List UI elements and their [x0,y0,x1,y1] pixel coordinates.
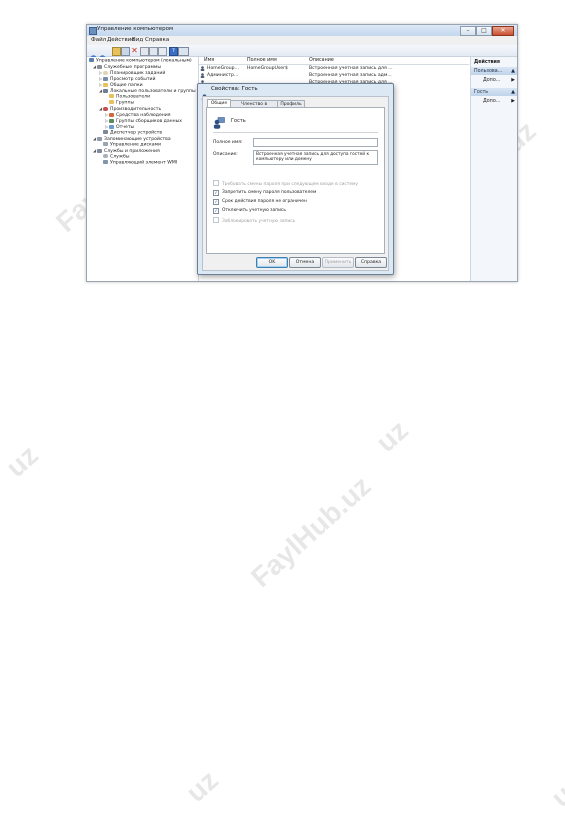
check-icon[interactable]: ✓ [213,208,219,214]
ok-button[interactable]: OK [256,257,288,268]
cell-name: Администр... [207,73,239,78]
guest-properties-dialog: Свойства: Гость Общие Членство в группах… [197,83,394,275]
dialog-title-bar: Свойства: Гость [198,84,393,101]
maximize-button[interactable]: □ [476,26,492,36]
menu-action[interactable]: Действие [107,37,135,43]
computer-management-icon [89,27,97,35]
more-actions-item[interactable]: Допо... ▶ [471,98,517,105]
checkbox-cannot-change-password[interactable]: ✓ Запретить смену пароля пользователем [213,190,316,196]
export-list-icon[interactable] [158,47,167,56]
shared-folder-icon [103,82,108,87]
checkbox-box[interactable] [213,180,219,186]
delete-icon[interactable]: ✕ [131,47,138,55]
console-tree: Управление компьютером (локальным) ◢ Служ… [87,57,199,281]
cell-description: Встроенная учетная запись для ... [309,66,393,71]
checkbox-account-disabled[interactable]: ✓ Отключить учетную запись [213,208,286,214]
toolbar: ✕ ? [87,45,517,62]
watermark: uz [0,439,44,484]
checkbox-box[interactable] [213,217,219,223]
menu-bar: Файл Действие Вид Справка [87,36,517,45]
cell-description: Встроенная учетная запись адм... [309,73,392,78]
reports-icon [109,124,114,129]
user-name: Гость [231,118,246,124]
checkbox-account-locked[interactable]: Заблокировать учетную запись [213,217,295,224]
show-hide-action-pane-icon[interactable] [178,47,189,56]
performance-icon [103,106,108,111]
minimize-button[interactable]: – [460,26,476,36]
check-icon[interactable]: ✓ [213,190,219,196]
divider [213,132,378,133]
table-row[interactable]: Администр... Встроенная учетная запись а… [199,72,469,79]
data-collector-icon [109,118,114,123]
folder-icon [109,100,114,104]
checkbox-must-change-password[interactable]: Требовать смены пароля при следующем вхо… [213,180,358,187]
users-icon [103,88,108,93]
user-icon [201,86,208,101]
column-header-name[interactable]: Имя [204,58,214,63]
watermark: FaylHub.uz [245,470,377,594]
list-header: Имя Полное имя Описание [199,57,469,65]
tools-icon [97,64,102,69]
actions-section-users[interactable]: Пользова... ▲ [471,67,517,75]
help-button[interactable]: Справка [355,257,387,268]
up-folder-icon[interactable] [112,47,121,56]
clock-icon [103,70,108,75]
close-button[interactable]: ✕ [492,26,514,36]
dialog-body: Общие Членство в группах Профиль Гость П… [202,96,389,271]
refresh-icon[interactable] [149,47,158,56]
console-tree-icon[interactable] [121,47,130,56]
actions-header: Действия [474,59,500,65]
checkbox-password-never-expires[interactable]: ✓ Срок действия пароля не ограничен [213,199,307,205]
collapse-icon[interactable]: ▲ [511,89,515,95]
cell-name: HomeGroup... [207,66,239,71]
cancel-button[interactable]: Отмена [289,257,321,268]
column-header-description[interactable]: Описание [309,58,334,63]
general-tab-page: Гость Полное имя: Описание: Встроенная у… [206,107,385,254]
user-account-icon [213,114,225,129]
apply-button[interactable]: Применить [322,257,354,268]
watermark: uz [180,764,224,809]
menu-help[interactable]: Справка [145,37,169,43]
arrow-right-icon: ▶ [511,99,515,104]
actions-pane: Действия Пользова... ▲ Допо... ▶ Гость ▲ До… [470,57,517,281]
menu-file[interactable]: Файл [91,37,106,43]
disk-icon [103,142,108,146]
table-row[interactable]: HomeGroup... HomeGroupUser$ Встроенная у… [199,65,469,72]
actions-section-guest[interactable]: Гость ▲ [471,88,517,96]
services-apps-icon [97,148,102,153]
monitor-icon [109,112,114,117]
folder-icon [109,94,114,98]
title-bar: Управление компьютером – □ ✕ [87,25,517,36]
arrow-right-icon: ▶ [511,78,515,83]
description-field[interactable]: Встроенная учетная запись для доступа го… [253,150,378,165]
column-header-full-name[interactable]: Полное имя [247,58,277,63]
storage-icon [97,136,102,141]
cell-full-name: HomeGroupUser$ [247,66,288,71]
check-icon[interactable]: ✓ [213,199,219,205]
description-label: Описание: [213,152,238,157]
watermark: uz [545,769,565,814]
dialog-title: Свойства: Гость [211,86,258,92]
window-title: Управление компьютером [97,26,174,32]
collapse-icon[interactable]: ▲ [511,68,515,74]
more-actions-item[interactable]: Допо... ▶ [471,77,517,84]
services-icon [103,154,108,158]
help-icon[interactable]: ? [169,47,178,56]
menu-view[interactable]: Вид [132,37,143,43]
full-name-label: Полное имя: [213,140,243,145]
device-manager-icon [103,130,108,134]
full-name-field[interactable] [253,138,378,147]
event-viewer-icon [103,76,108,81]
watermark: uz [370,414,414,459]
wmi-icon [103,160,108,164]
properties-icon[interactable] [140,47,149,56]
back-arrow-icon[interactable] [90,47,97,62]
forward-arrow-icon[interactable] [99,47,106,62]
tree-node[interactable]: Управляющий элемент WMI [103,160,177,167]
computer-icon [89,58,94,62]
